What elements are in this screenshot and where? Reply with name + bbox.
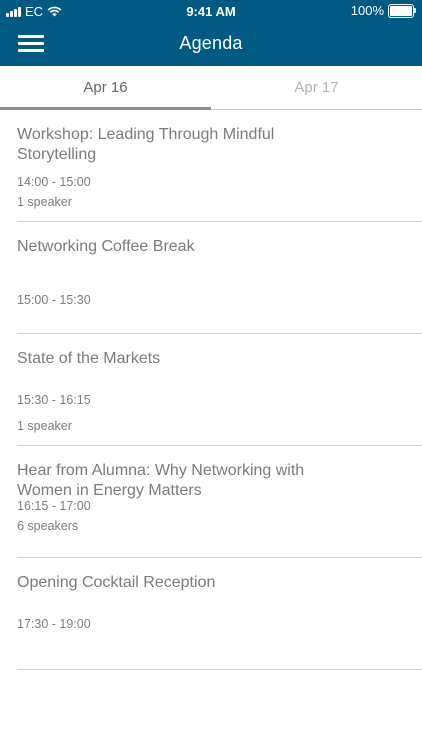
session-speakers: 1 speaker [17,419,72,433]
battery-percent: 100% [350,3,384,18]
date-tabs: Apr 16 Apr 17 [0,66,422,110]
session-title: Opening Cocktail Reception [17,574,216,591]
agenda-list: Workshop: Leading Through Mindful Storyt… [0,110,422,670]
page-title: Agenda [179,33,243,53]
app-header: EC 9:41 AM 100% Agenda [0,0,422,66]
session-title: Workshop: Leading Through Mindful Storyt… [17,126,275,163]
status-right: 100% [350,3,416,18]
agenda-item[interactable]: Hear from Alumna: Why Networking with Wo… [17,446,422,558]
agenda-item[interactable]: Networking Coffee Break 15:00 - 15:30 [17,222,422,334]
session-time: 17:30 - 19:00 [17,617,91,631]
session-speakers: 6 speakers [17,519,79,533]
tab-apr-17[interactable]: Apr 17 [211,66,422,109]
session-title: State of the Markets [17,350,161,367]
agenda-item[interactable]: Opening Cocktail Reception 17:30 - 19:00 [17,558,422,670]
session-title: Hear from Alumna: Why Networking with Wo… [17,462,305,499]
status-bar: EC 9:41 AM 100% [0,0,422,22]
session-time: 14:00 - 15:00 [17,175,91,189]
session-time: 15:00 - 15:30 [17,293,91,307]
battery-icon [388,3,416,18]
session-time: 15:30 - 16:15 [17,393,91,407]
session-speakers: 1 speaker [17,195,72,209]
tab-apr-16[interactable]: Apr 16 [0,66,211,110]
session-title: Networking Coffee Break [17,238,195,255]
agenda-item[interactable]: State of the Markets 15:30 - 16:15 1 spe… [17,334,422,446]
agenda-item[interactable]: Workshop: Leading Through Mindful Storyt… [17,110,422,222]
session-time: 16:15 - 17:00 [17,499,91,513]
